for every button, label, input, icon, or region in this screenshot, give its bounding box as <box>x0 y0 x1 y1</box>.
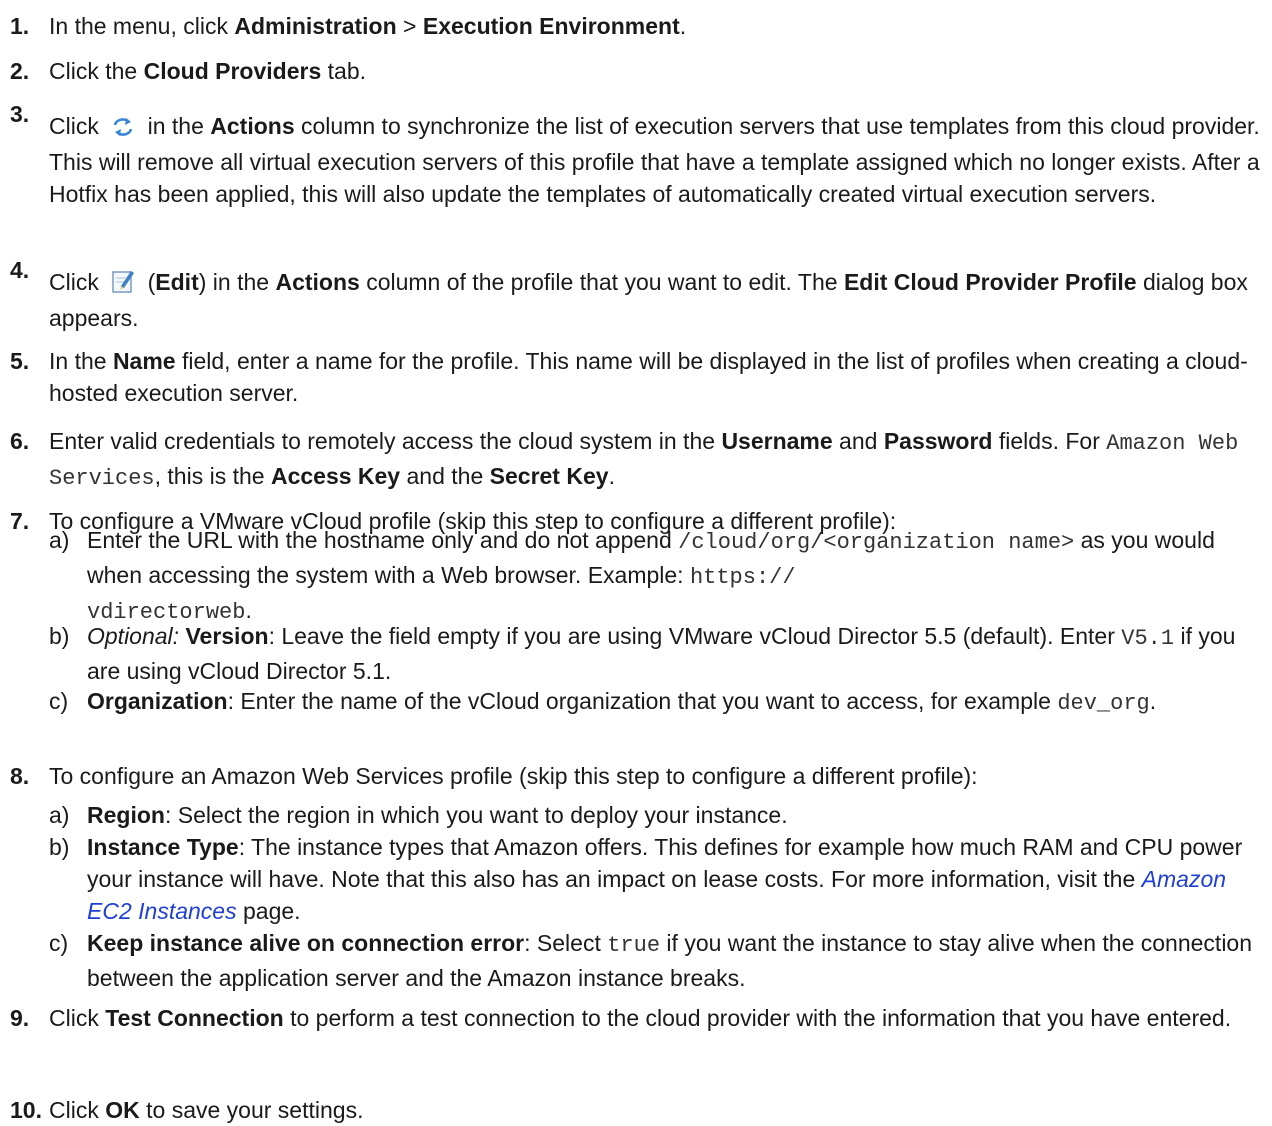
step-text: Click OK to save your settings. <box>49 1097 364 1123</box>
substep-8c: c) Keep instance alive on connection err… <box>49 927 1262 994</box>
substep-letter: a) <box>49 802 70 828</box>
substep-text: Region: Select the region in which you w… <box>87 802 788 828</box>
step-8: 8. To configure an Amazon Web Services p… <box>0 760 1262 792</box>
step-number: 5. <box>10 348 30 374</box>
substep-text: Enter the URL with the hostname only and… <box>87 527 1215 625</box>
step-text: In the menu, click Administration > Exec… <box>49 13 687 39</box>
step-number: 8. <box>10 763 30 789</box>
step-text: Enter valid credentials to remotely acce… <box>49 428 1239 491</box>
step-2: 2. Click the Cloud Providers tab. <box>0 55 1262 87</box>
substep-text: Keep instance alive on connection error:… <box>87 930 1253 991</box>
step-1: 1. In the menu, click Administration > E… <box>0 10 1262 42</box>
substep-letter: c) <box>49 930 69 956</box>
step-number: 6. <box>10 428 30 454</box>
step-text: Click in the Actions column to synchroni… <box>49 113 1260 207</box>
step-4: 4. Click (Edit) in the Actions column of… <box>0 257 1262 334</box>
substep-7c: c) Organization: Enter the name of the v… <box>49 685 1262 720</box>
substep-text: Instance Type: The instance types that A… <box>87 834 1243 924</box>
step-number: 2. <box>10 58 30 84</box>
substep-letter: b) <box>49 623 70 649</box>
step-number: 9. <box>10 1005 30 1031</box>
substep-letter: b) <box>49 834 70 860</box>
step-6: 6. Enter valid credentials to remotely a… <box>0 425 1262 495</box>
substep-letter: a) <box>49 527 70 553</box>
step-text: To configure an Amazon Web Services prof… <box>49 763 978 789</box>
step-text: In the Name field, enter a name for the … <box>49 348 1248 406</box>
step-number: 1. <box>10 13 30 39</box>
substep-8b: b) Instance Type: The instance types tha… <box>49 831 1262 927</box>
substep-text: Optional: Version: Leave the field empty… <box>87 623 1236 684</box>
step-number: 10. <box>10 1097 42 1123</box>
substep-7a: a) Enter the URL with the hostname only … <box>49 524 1262 629</box>
step-text: Click the Cloud Providers tab. <box>49 58 367 84</box>
step-3: 3. Click in the Actions column to synchr… <box>0 101 1262 210</box>
step-number: 7. <box>10 508 30 534</box>
step-5: 5. In the Name field, enter a name for t… <box>0 345 1262 409</box>
step-9: 9. Click Test Connection to perform a te… <box>0 1002 1262 1034</box>
substep-text: Organization: Enter the name of the vClo… <box>87 688 1157 716</box>
edit-icon[interactable] <box>111 268 135 302</box>
step-text: Click Test Connection to perform a test … <box>49 1005 1232 1031</box>
substep-7b: b) Optional: Version: Leave the field em… <box>49 620 1262 687</box>
sync-icon[interactable] <box>111 114 135 146</box>
substep-8a: a) Region: Select the region in which yo… <box>49 799 1262 831</box>
step-number: 4. <box>10 257 30 283</box>
substep-letter: c) <box>49 688 69 714</box>
step-number: 3. <box>10 101 30 127</box>
step-text: Click (Edit) in the Actions column of th… <box>49 268 1248 331</box>
step-10: 10. Click OK to save your settings. <box>0 1094 1262 1126</box>
